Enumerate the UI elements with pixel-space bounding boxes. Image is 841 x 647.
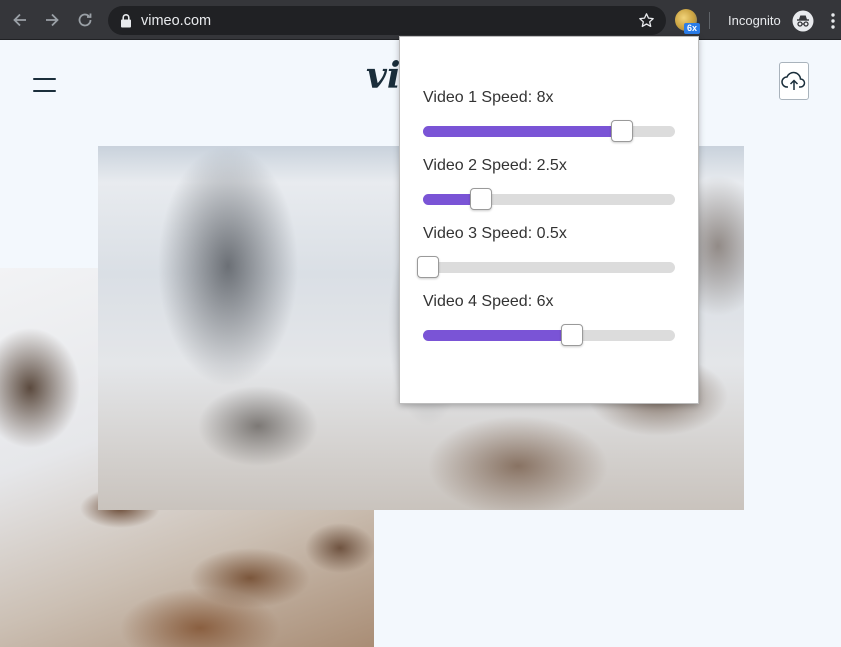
slider-label: Video 4 Speed: 6x <box>423 293 554 310</box>
vimeo-logo[interactable]: vi <box>366 56 401 96</box>
incognito-label: Incognito <box>728 13 781 28</box>
slider-row-video-4: Video 4 Speed: 6x <box>423 292 676 346</box>
browser-toolbar: vimeo.com 6x Incognito <box>0 0 841 40</box>
lock-icon <box>121 14 131 28</box>
slider-row-video-1: Video 1 Speed: 8x <box>423 88 676 142</box>
back-arrow-icon[interactable] <box>10 10 30 30</box>
address-bar[interactable]: vimeo.com <box>108 6 666 35</box>
extension-button[interactable]: 6x <box>674 8 701 34</box>
speed-slider-video-2[interactable] <box>423 188 675 210</box>
upload-cloud-icon <box>781 71 806 90</box>
slider-thumb[interactable] <box>417 256 440 278</box>
slider-label: Video 1 Speed: 8x <box>423 89 554 106</box>
speed-slider-video-1[interactable] <box>423 120 675 142</box>
forward-arrow-icon[interactable] <box>42 10 62 30</box>
slider-row-video-3: Video 3 Speed: 0.5x <box>417 224 676 278</box>
slider-thumb[interactable] <box>469 188 492 210</box>
slider-fill <box>423 126 623 137</box>
upload-button[interactable] <box>779 62 809 100</box>
slider-thumb[interactable] <box>611 120 634 142</box>
slider-label: Video 3 Speed: 0.5x <box>423 225 567 242</box>
speed-control-popup: Video 1 Speed: 8x Video 2 Speed: 2.5x Vi… <box>399 36 699 404</box>
incognito-icon[interactable] <box>792 10 814 32</box>
slider-label: Video 2 Speed: 2.5x <box>423 157 567 174</box>
kebab-menu-icon[interactable] <box>830 11 836 31</box>
slider-fill <box>423 330 572 341</box>
reload-icon[interactable] <box>75 10 95 30</box>
url-text: vimeo.com <box>141 13 212 29</box>
toolbar-divider <box>709 12 710 29</box>
star-icon[interactable] <box>638 12 655 29</box>
speed-slider-video-3[interactable] <box>417 256 675 278</box>
extension-badge: 6x <box>684 23 701 34</box>
speed-slider-video-4[interactable] <box>423 324 675 346</box>
hamburger-menu-icon[interactable] <box>33 78 56 94</box>
slider-thumb[interactable] <box>560 324 583 346</box>
slider-row-video-2: Video 2 Speed: 2.5x <box>423 156 676 210</box>
